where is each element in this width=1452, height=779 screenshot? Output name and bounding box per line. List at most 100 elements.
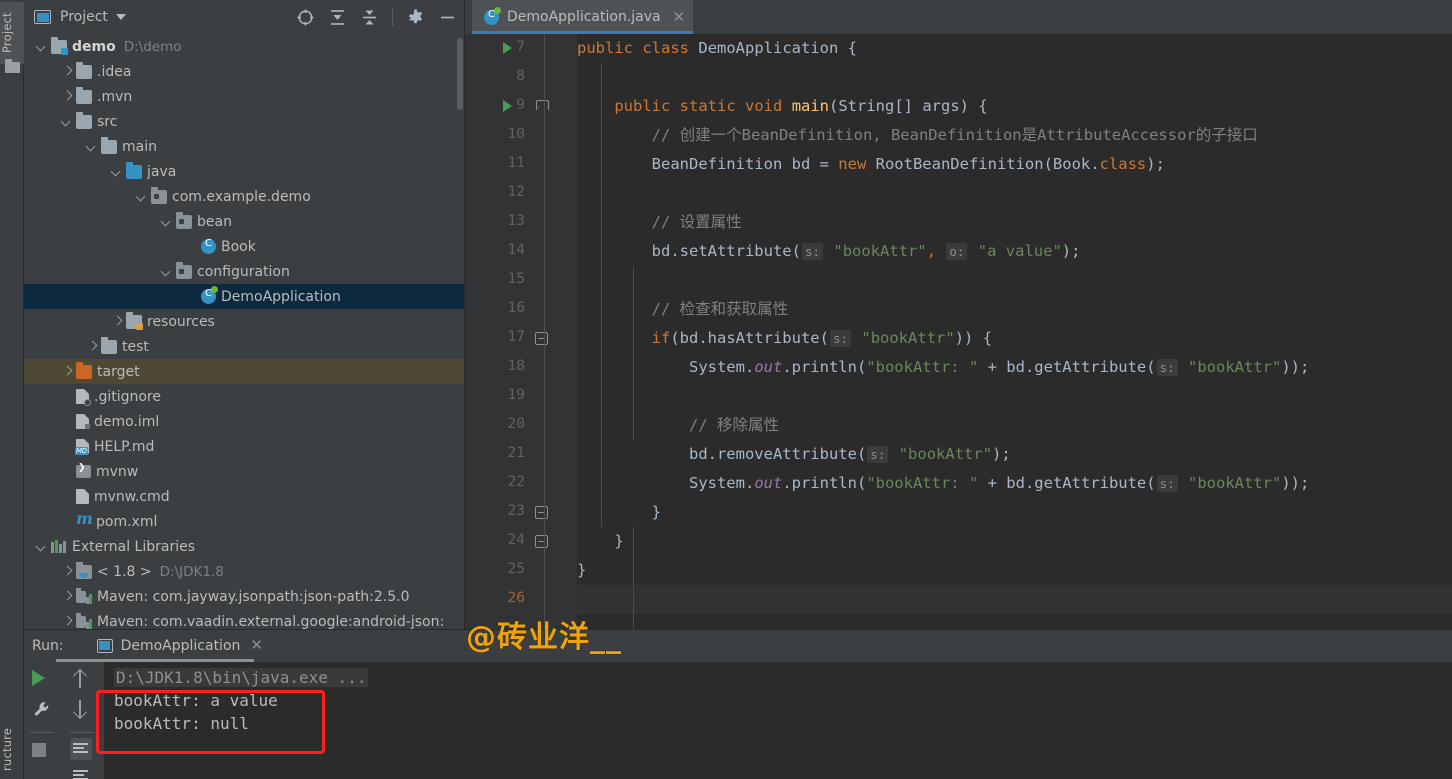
tool-window-button-structure[interactable]: ructure [0,719,24,779]
chevron-right-icon[interactable] [61,591,73,603]
gutter-line-19[interactable]: 19 [465,382,577,411]
tree-item-mvnw[interactable]: mvnw [24,459,465,484]
tree-item-external-libraries[interactable]: External Libraries [24,534,465,559]
gutter-line-20[interactable]: 20 [465,411,577,440]
tree-item-resources[interactable]: resources [24,309,465,334]
code-line-23[interactable]: } [577,498,661,527]
rerun-icon[interactable] [32,670,52,690]
gutter-line-17[interactable]: 17 [465,324,577,353]
chevron-right-icon[interactable] [61,66,73,78]
scroll-to-end-icon[interactable] [70,766,92,779]
chevron-down-icon[interactable] [115,14,126,20]
editor-tab-demoapplication[interactable]: DemoApplication.java ✕ [472,0,694,34]
fold-collapse-icon[interactable] [535,506,548,519]
tree-item-com-example-demo[interactable]: com.example.demo [24,184,465,209]
close-icon[interactable]: ✕ [673,9,686,25]
chevron-right-icon[interactable] [61,91,73,103]
tree-item-maven-com-jayway-jsonpath-json-path-2-5-0[interactable]: Maven: com.jayway.jsonpath:json-path:2.5… [24,584,465,609]
chevron-down-icon[interactable] [61,116,73,128]
expand-all-icon[interactable] [328,8,347,27]
chevron-down-icon[interactable] [161,216,173,228]
code-line-24[interactable]: } [577,527,623,556]
run-tab-demoapplication[interactable]: DemoApplication ✕ [96,629,263,662]
tree-item-mvnw-cmd[interactable]: mvnw.cmd [24,484,465,509]
tree-item-demo[interactable]: demo D:\demo [24,34,465,59]
code-line-14[interactable]: bd.setAttribute(s: "bookAttr", o: "a val… [577,237,1080,266]
gutter-line-8[interactable]: 8 [465,63,577,92]
code-line-9[interactable]: public static void main(String[] args) { [577,92,987,121]
tree-item-java[interactable]: java [24,159,465,184]
gutter-line-7[interactable]: 7 [465,34,577,63]
chevron-down-icon[interactable] [86,141,98,153]
tree-item-1-8[interactable]: < 1.8 > D:\JDK1.8 [24,559,465,584]
wrench-icon[interactable] [32,700,52,720]
tree-item-mvn[interactable]: .mvn [24,84,465,109]
up-arrow-icon[interactable] [73,670,87,688]
gutter-line-22[interactable]: 22 [465,469,577,498]
code-line-22[interactable]: System.out.println("bookAttr: " + bd.get… [577,469,1309,498]
chevron-right-icon[interactable] [61,566,73,578]
minimize-icon[interactable] [438,8,457,27]
chevron-right-icon[interactable] [111,316,123,328]
gutter-line-15[interactable]: 15 [465,266,577,295]
tree-item-bean[interactable]: bean [24,209,465,234]
editor-code[interactable]: public class DemoApplication { public st… [577,34,1452,629]
gutter-line-10[interactable]: 10 [465,121,577,150]
code-line-16[interactable]: // 检查和获取属性 [577,295,789,324]
chevron-down-icon[interactable] [161,266,173,278]
code-line-21[interactable]: bd.removeAttribute(s: "bookAttr"); [577,440,1011,469]
tree-item-demo-iml[interactable]: demo.iml [24,409,465,434]
tree-item-pom-xml[interactable]: pom.xml [24,509,465,534]
gutter-line-26[interactable]: 26 [465,585,577,614]
tree-item-idea[interactable]: .idea [24,59,465,84]
code-line-10[interactable]: // 创建一个BeanDefinition, BeanDefinition是At… [577,121,1258,150]
tree-item-src[interactable]: src [24,109,465,134]
chevron-down-icon[interactable] [136,191,148,203]
down-arrow-icon[interactable] [73,700,87,718]
code-line-18[interactable]: System.out.println("bookAttr: " + bd.get… [577,353,1309,382]
gutter-line-25[interactable]: 25 [465,556,577,585]
code-line-20[interactable]: // 移除属性 [577,411,779,440]
editor-gutter[interactable]: 7 8 9 10 11 12 13 14 15 16 17 18 19 20 21 22 23 24 25 26 [465,34,577,629]
gutter-line-12[interactable]: 12 [465,179,577,208]
code-line-25[interactable]: } [577,556,586,585]
gutter-line-16[interactable]: 16 [465,295,577,324]
collapse-all-icon[interactable] [360,8,379,27]
project-tree-scrollbar[interactable] [457,38,463,110]
run-gutter-icon[interactable] [503,42,512,54]
gutter-line-9[interactable]: 9 [465,92,577,121]
gutter-line-18[interactable]: 18 [465,353,577,382]
tool-window-button-project[interactable]: Project [0,2,24,64]
tree-item-configuration[interactable]: configuration [24,259,465,284]
tree-item-maven-com-vaadin-external-google-android-json[interactable]: Maven: com.vaadin.external.google:androi… [24,609,465,629]
project-tree[interactable]: demo D:\demo .idea .mvn src main java com.examp… [24,34,465,629]
tree-item-help-md[interactable]: MD HELP.md [24,434,465,459]
chevron-right-icon[interactable] [61,616,73,628]
fold-collapse-icon[interactable] [535,332,548,345]
fold-collapse-icon[interactable] [535,100,549,113]
close-icon[interactable]: ✕ [250,638,263,653]
tree-item-demoapplication[interactable]: DemoApplication [24,284,465,309]
run-gutter-icon[interactable] [503,100,512,112]
chevron-right-icon[interactable] [61,366,73,378]
folder-icon[interactable] [5,59,20,73]
tree-item-target[interactable]: target [24,359,465,384]
chevron-right-icon[interactable] [86,341,98,353]
gutter-line-11[interactable]: 11 [465,150,577,179]
console-output[interactable]: D:\JDK1.8\bin\java.exe ... bookAttr: a v… [104,662,1452,779]
gutter-line-14[interactable]: 14 [465,237,577,266]
tree-item-gitignore[interactable]: .gitignore [24,384,465,409]
gutter-line-24[interactable]: 24 [465,527,577,556]
chevron-down-icon[interactable] [36,541,48,553]
tree-item-book[interactable]: Book [24,234,465,259]
code-line-17[interactable]: if(bd.hasAttribute(s: "bookAttr")) { [577,324,992,353]
code-line-7[interactable]: public class DemoApplication { [577,34,857,63]
gutter-line-23[interactable]: 23 [465,498,577,527]
gutter-line-13[interactable]: 13 [465,208,577,237]
tree-item-main[interactable]: main [24,134,465,159]
locate-icon[interactable] [296,8,315,27]
tree-item-test[interactable]: test [24,334,465,359]
chevron-down-icon[interactable] [36,41,48,53]
soft-wrap-icon[interactable] [70,738,92,760]
fold-collapse-icon[interactable] [535,535,548,548]
